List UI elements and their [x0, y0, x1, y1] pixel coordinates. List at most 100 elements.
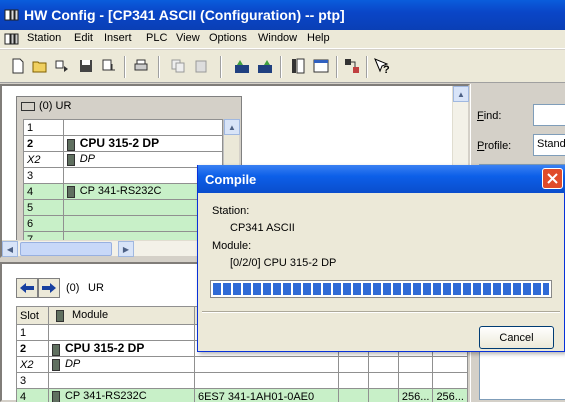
toolbar-separator [220, 56, 222, 78]
mpi-cell [367, 388, 399, 402]
download-icon[interactable] [99, 56, 119, 76]
scroll-thumb[interactable] [20, 242, 112, 256]
rack-header: (0) UR [17, 97, 241, 115]
station-icon[interactable] [288, 56, 308, 76]
window-title: HW Config - [CP341 ASCII (Configuration)… [24, 7, 345, 23]
firmware-cell [337, 356, 369, 373]
hw-config-app-icon [4, 8, 20, 22]
progress-fill [213, 283, 549, 295]
scroll-up-arrow[interactable]: ▲ [224, 119, 240, 135]
toolbar-separator [336, 56, 338, 78]
print-icon[interactable] [131, 56, 151, 76]
module-name: CPU 315-2 DP [79, 136, 160, 151]
table-row[interactable]: 3 [16, 372, 468, 389]
menu-window[interactable]: Window [258, 32, 297, 44]
dialog-body: Station: CP341 ASCII Module: [0/2/0] CPU… [198, 193, 564, 351]
window-icon[interactable] [311, 56, 331, 76]
q-address-cell: 256... [432, 388, 468, 402]
table-row[interactable]: 6 [23, 215, 224, 232]
module-name: CP 341-RS232C [64, 390, 147, 402]
table-row[interactable]: 5 [23, 199, 224, 216]
i-address-cell [397, 372, 434, 389]
toolbar-separator [366, 56, 368, 78]
paste-icon[interactable] [191, 56, 211, 76]
scroll-right-arrow[interactable]: ▶ [118, 241, 134, 257]
toolbar-separator [280, 56, 282, 78]
close-icon[interactable] [542, 168, 563, 189]
i-address-cell [397, 356, 434, 373]
toolbar-separator [124, 56, 126, 78]
network-icon[interactable] [255, 56, 275, 76]
module-value: [0/2/0] CPU 315-2 DP [230, 257, 337, 269]
find-input[interactable] [533, 104, 565, 126]
module-cell [47, 372, 195, 389]
profile-select[interactable]: Stand [533, 134, 565, 156]
menu-station[interactable]: Station [27, 32, 61, 44]
svg-text:?: ? [383, 64, 390, 74]
catalog-icon[interactable] [232, 56, 252, 76]
rack-number: (0) [66, 282, 80, 294]
new-icon[interactable] [8, 56, 28, 76]
module-icon [66, 138, 75, 151]
firmware-cell [337, 388, 369, 402]
menu-edit[interactable]: Edit [74, 32, 93, 44]
slot-cell: 1 [23, 119, 64, 136]
table-row[interactable]: 1 [23, 119, 224, 136]
horizontal-scrollbar[interactable]: ◀ ▶ [2, 240, 202, 257]
help-icon[interactable]: ? [372, 56, 392, 76]
order-number-cell: 6ES7 341-1AH01-0AE0 [193, 388, 339, 402]
module-cell [62, 119, 224, 136]
column-header-slot[interactable]: Slot [16, 306, 49, 325]
copy-icon[interactable] [168, 56, 188, 76]
module-icon [66, 185, 75, 198]
table-row[interactable]: 4 CP 341-RS232C 6ES7 341-1AH01-0AE0 256... 2… [16, 388, 468, 402]
module-cell: DP [47, 356, 195, 373]
save-icon[interactable] [76, 56, 96, 76]
back-arrow-icon[interactable] [16, 278, 38, 298]
open-icon[interactable] [30, 56, 50, 76]
table-row[interactable]: 2 CPU 315-2 DP [23, 135, 224, 152]
table-row[interactable]: X2 DP [16, 356, 468, 373]
module-name: DP [79, 153, 96, 166]
title-bar: HW Config - [CP341 ASCII (Configuration)… [0, 0, 565, 30]
profile-label: Profile: [477, 140, 512, 152]
slot-cell: 5 [23, 199, 64, 216]
scroll-up-arrow[interactable]: ▲ [453, 86, 469, 102]
slot-cell: 3 [23, 167, 64, 184]
module-name: CP 341-RS232C [79, 185, 162, 198]
mpi-cell [367, 372, 399, 389]
q-address-cell [432, 356, 468, 373]
module-icon [51, 390, 60, 402]
cancel-button[interactable]: Cancel [479, 326, 554, 349]
slot-cell: 4 [23, 183, 64, 200]
slot-cell: 2 [23, 135, 64, 152]
slot-cell: X2 [23, 151, 64, 168]
column-header-module[interactable]: Module [47, 306, 195, 325]
slot-cell: 2 [16, 340, 49, 357]
system-menu-icon[interactable] [4, 32, 20, 46]
menu-plc[interactable]: PLC [146, 32, 167, 44]
menu-view[interactable]: View [176, 32, 200, 44]
firmware-cell [337, 372, 369, 389]
module-name: DP [64, 358, 81, 371]
slot-cell: 1 [16, 324, 49, 341]
table-row[interactable]: 3 [23, 167, 224, 184]
module-icon [51, 358, 60, 371]
module-cell: CP 341-RS232C [47, 388, 195, 402]
forward-arrow-icon[interactable] [38, 278, 60, 298]
module-cell [47, 324, 195, 341]
compile-dialog: Compile Station: CP341 ASCII Module: [0/… [197, 165, 565, 352]
menu-help[interactable]: Help [307, 32, 330, 44]
table-row[interactable]: X2 DP [23, 151, 224, 168]
station-label: Station: [212, 205, 250, 217]
scroll-left-arrow[interactable]: ◀ [2, 241, 18, 257]
menu-options[interactable]: Options [209, 32, 247, 44]
module-icon [55, 309, 64, 322]
table-row[interactable]: 4 CP 341-RS232C [23, 183, 224, 200]
menu-insert[interactable]: Insert [104, 32, 132, 44]
config-icon[interactable] [342, 56, 362, 76]
mpi-cell [367, 356, 399, 373]
slot-cell: 4 [16, 388, 49, 402]
order-number-cell [193, 356, 339, 373]
save-compile-icon[interactable] [53, 56, 73, 76]
